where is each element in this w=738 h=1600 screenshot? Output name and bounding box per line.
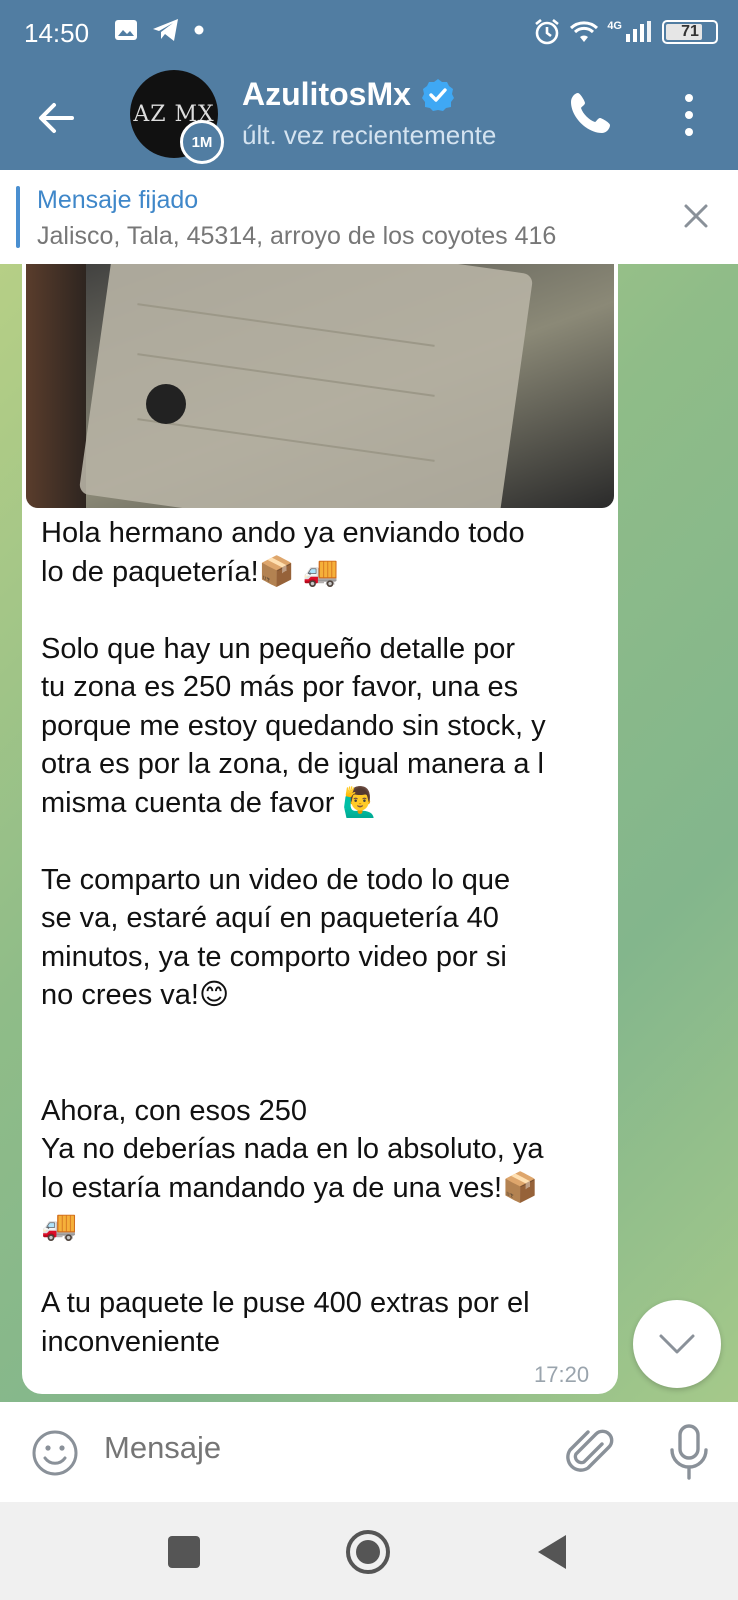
gallery-icon xyxy=(115,20,137,40)
battery-icon: 71 xyxy=(662,20,718,44)
timer-label: 1M xyxy=(191,133,213,151)
pinned-text: Jalisco, Tala, 45314, arroyo de los coyo… xyxy=(37,222,557,250)
back-arrow-icon[interactable] xyxy=(32,94,80,142)
close-icon[interactable] xyxy=(680,200,712,232)
wifi-icon xyxy=(570,21,599,42)
media-avatar xyxy=(146,384,186,424)
emoji-icon[interactable] xyxy=(30,1428,80,1478)
message-media-thumbnail[interactable] xyxy=(26,264,614,508)
scroll-to-bottom-button[interactable] xyxy=(633,1300,721,1388)
microphone-icon[interactable] xyxy=(664,1422,714,1482)
message-time: 17:20 xyxy=(534,1362,590,1387)
chat-header: AZ MX 1M AzulitosMx últ. vez recientemen… xyxy=(0,66,738,170)
message-input[interactable] xyxy=(104,1430,524,1466)
signal-icon xyxy=(626,21,651,42)
message-text: Hola hermano ando ya enviando todo lo de… xyxy=(41,517,546,1358)
status-bar: 14:50 4G 71 xyxy=(0,0,738,66)
status-left-icons xyxy=(114,18,204,42)
chat-title[interactable]: AzulitosMx xyxy=(242,76,455,113)
media-phone-screen xyxy=(78,264,534,508)
alarm-icon xyxy=(535,18,560,45)
phone-call-icon[interactable] xyxy=(566,88,616,138)
recent-apps-icon[interactable] xyxy=(168,1536,200,1568)
pinned-indicator xyxy=(16,186,20,248)
media-edge xyxy=(26,264,86,508)
home-icon[interactable] xyxy=(344,1528,392,1576)
auto-delete-timer-badge: 1M xyxy=(180,120,224,164)
contact-name: AzulitosMx xyxy=(242,76,411,112)
battery-level: 71 xyxy=(681,23,699,40)
last-seen-status: últ. vez recientemente xyxy=(242,120,497,150)
pinned-message-bar[interactable]: Mensaje fijado Jalisco, Tala, 45314, arr… xyxy=(0,170,738,264)
more-options-icon[interactable] xyxy=(674,90,704,140)
dot-icon xyxy=(194,25,204,35)
chat-area[interactable]: Hola hermano ando ya enviando todo lo de… xyxy=(0,264,738,1402)
system-navigation-bar xyxy=(0,1502,738,1600)
message-input-bar xyxy=(0,1402,738,1502)
pinned-title: Mensaje fijado xyxy=(37,186,199,214)
nav-back-icon[interactable] xyxy=(534,1532,570,1572)
telegram-icon xyxy=(153,19,178,41)
chevron-down-icon xyxy=(659,1334,695,1354)
verified-badge-icon xyxy=(421,78,454,111)
attach-icon[interactable] xyxy=(566,1424,616,1480)
status-time: 14:50 xyxy=(24,18,90,48)
network-type: 4G xyxy=(607,20,622,32)
status-right-icons: 4G 71 xyxy=(533,18,718,46)
